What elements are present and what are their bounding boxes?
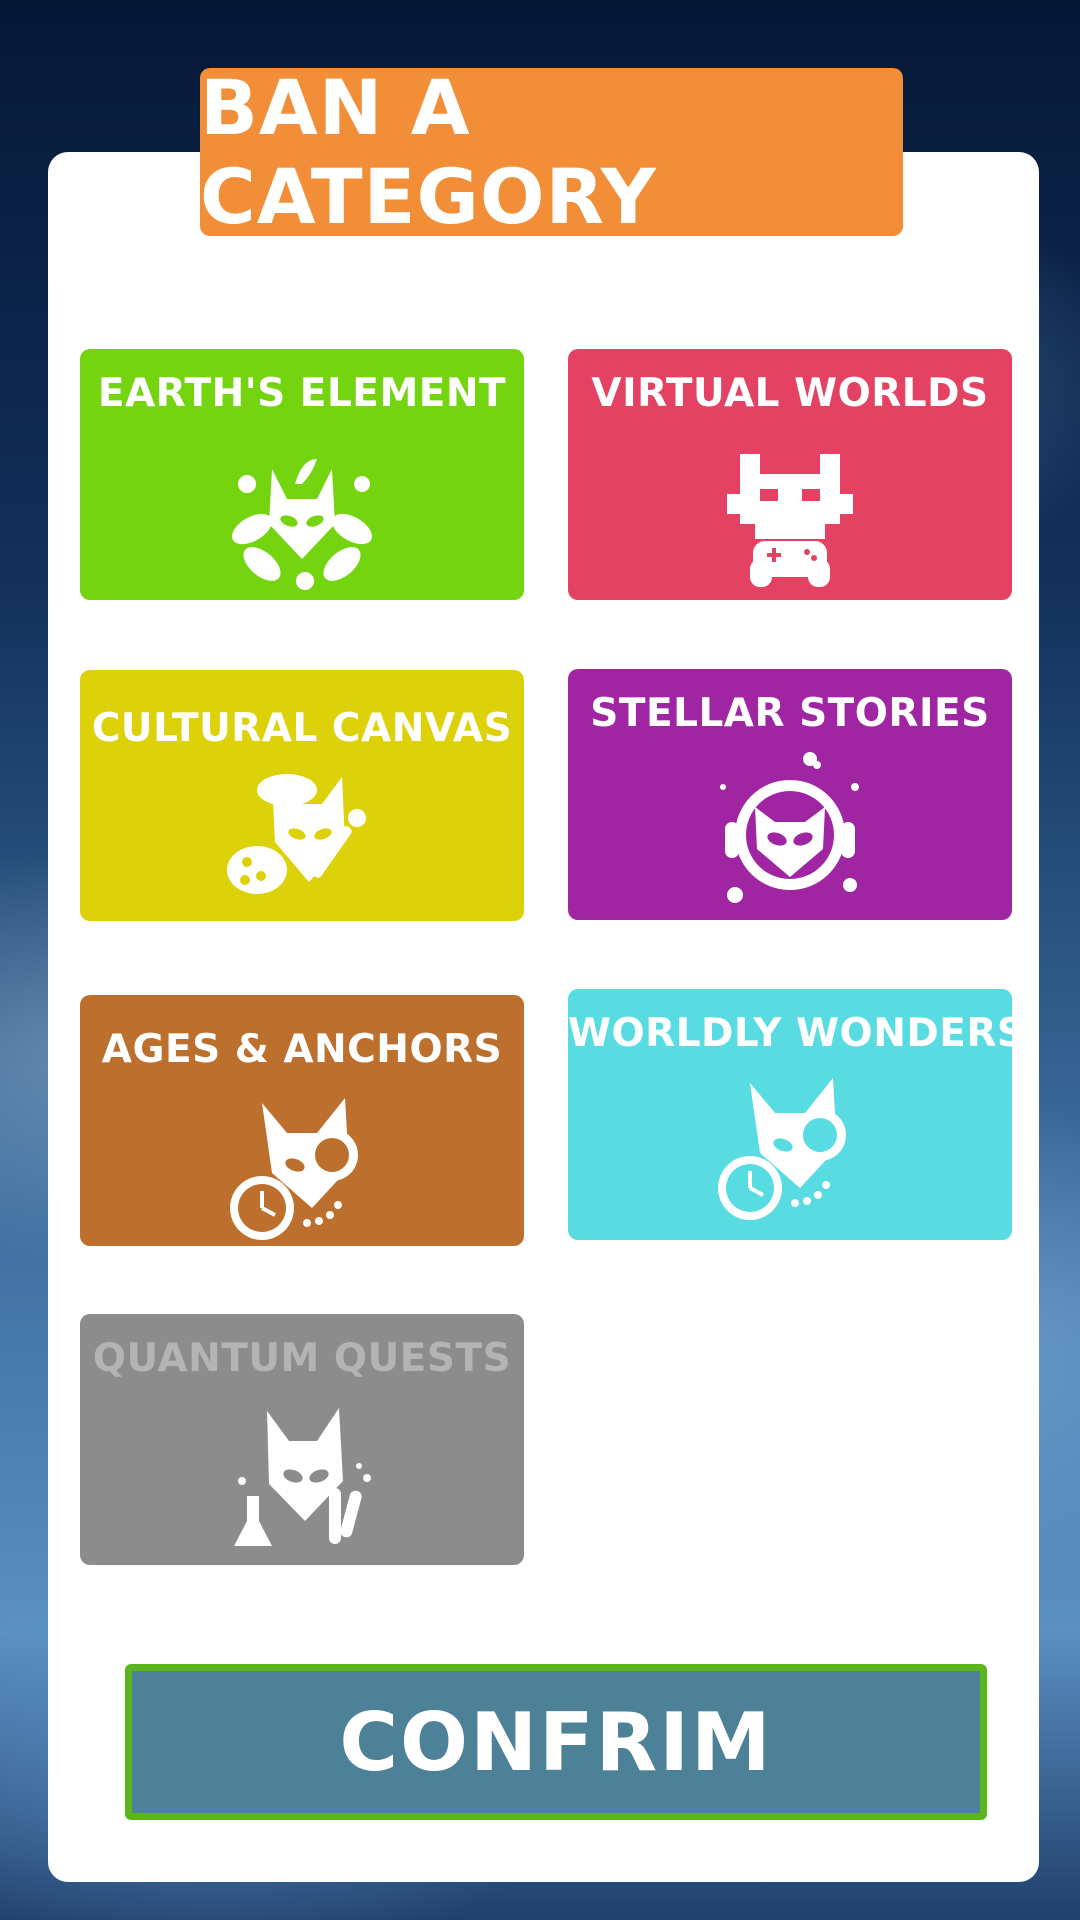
astronaut-fox-icon	[720, 752, 859, 903]
category-card-virtual-worlds[interactable]: VIRTUAL WORLDS	[568, 349, 1012, 600]
title-banner: BAN A CATEGORY	[200, 63, 903, 241]
fox-leaves-icon	[232, 459, 372, 590]
fox-magnifier-watch-icon	[718, 1078, 846, 1220]
category-card-cultural-canvas[interactable]: CULTURAL CANVAS	[80, 670, 524, 921]
category-card-stellar-stories[interactable]: STELLAR STORIES	[568, 669, 1012, 920]
fox-artist-palette-icon	[227, 774, 366, 894]
pixel-fox-gamepad-icon	[727, 454, 853, 587]
category-card-quantum-quests[interactable]: QUANTUM QUESTS	[80, 1314, 524, 1565]
fox-lab-flask-icon	[234, 1408, 371, 1546]
category-label: STELLAR STORIES	[590, 691, 990, 736]
category-label: VIRTUAL WORLDS	[591, 371, 989, 416]
confirm-button[interactable]: CONFRIM	[125, 1664, 987, 1820]
category-card-ages-anchors[interactable]: AGES & ANCHORS	[80, 995, 524, 1246]
category-card-earths-element[interactable]: EARTH'S ELEMENT	[80, 349, 524, 600]
fox-monocle-pocket-watch-icon	[230, 1098, 358, 1240]
category-label: EARTH'S ELEMENT	[97, 371, 507, 416]
page-title: BAN A CATEGORY	[200, 63, 657, 241]
confirm-label: CONFRIM	[339, 1695, 773, 1789]
category-label: AGES & ANCHORS	[101, 1027, 503, 1072]
category-label: WORLDLY WONDERS	[568, 1011, 1012, 1056]
category-label: QUANTUM QUESTS	[92, 1336, 512, 1381]
category-card-worldly-wonders[interactable]: WORLDLY WONDERS	[568, 989, 1012, 1240]
